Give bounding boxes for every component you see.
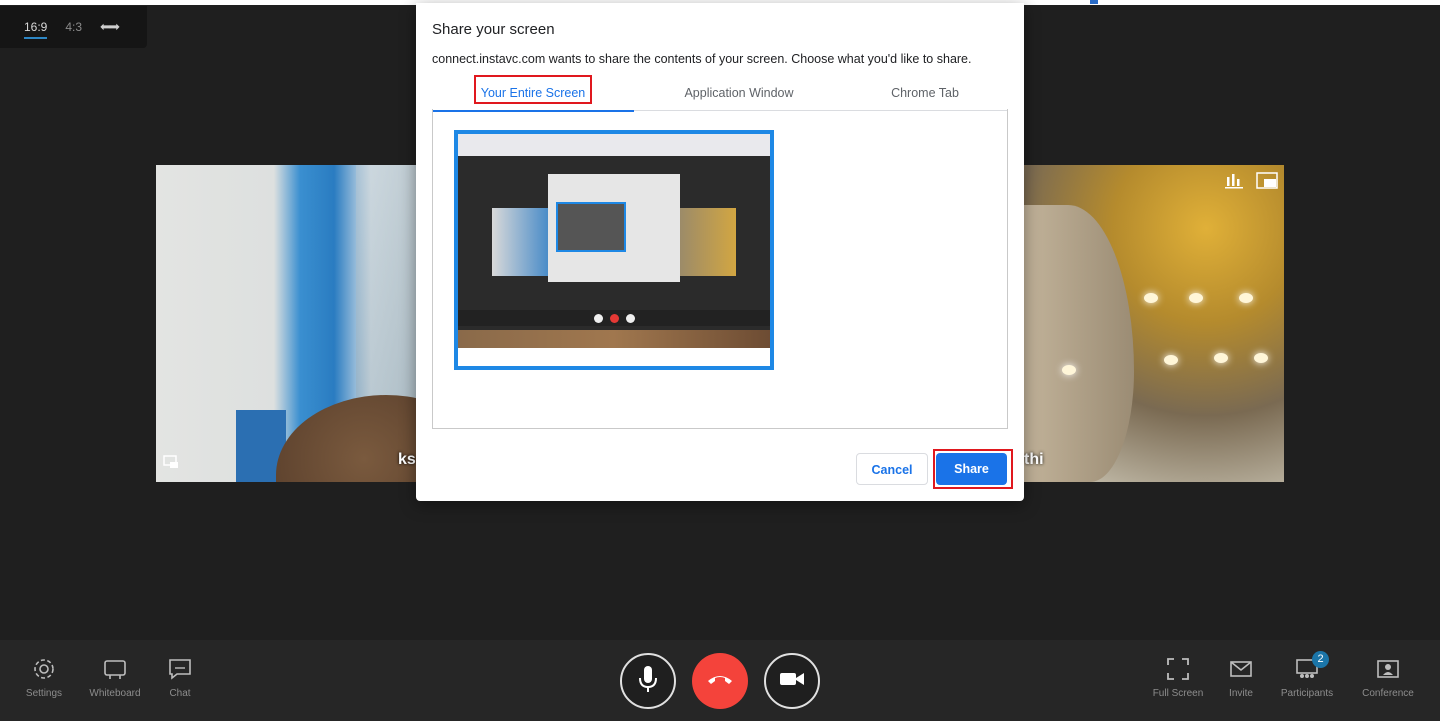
stats-icon[interactable] <box>1224 171 1244 194</box>
arrows-swap-icon[interactable]: ⬅➡ <box>100 19 120 35</box>
pin-icon[interactable] <box>162 453 180 476</box>
participant-video <box>276 395 418 482</box>
invite-icon <box>1203 656 1279 682</box>
share-source-tabs: Your Entire Screen Application Window Ch… <box>432 75 1008 112</box>
chat-icon <box>142 656 218 682</box>
settings-label: Settings <box>25 688 63 699</box>
tab-chrome-tab[interactable]: Chrome Tab <box>824 75 1026 111</box>
participant-name-left: ks <box>398 451 416 468</box>
dialog-title: Share your screen <box>432 21 555 38</box>
ceiling-light <box>1062 365 1076 375</box>
participants-count-badge: 2 <box>1312 651 1329 668</box>
ceiling-light <box>1164 355 1178 365</box>
thumbnail-end-dot <box>610 314 619 323</box>
participants-icon <box>1269 656 1345 682</box>
screen-thumbnail[interactable] <box>454 130 774 370</box>
participant-name-right: thi <box>1024 451 1044 468</box>
screen-preview-area <box>432 109 1008 429</box>
share-highlight-annotation <box>933 449 1013 489</box>
cancel-button[interactable]: Cancel <box>856 453 928 485</box>
tab-application-window[interactable]: Application Window <box>638 75 840 111</box>
end-call-icon <box>706 672 734 691</box>
microphone-icon <box>637 664 659 699</box>
aspect-169-option[interactable]: 16:9 <box>24 20 48 39</box>
settings-button[interactable]: Settings <box>6 656 82 699</box>
thumbnail-dialog-preview <box>556 202 626 252</box>
conference-label: Conference <box>1362 688 1414 699</box>
participants-label: Participants <box>1280 688 1334 699</box>
ceiling-light <box>1189 293 1203 303</box>
ceiling-light <box>1144 293 1158 303</box>
thumbnail-browser-bar <box>458 134 770 156</box>
conference-icon <box>1350 656 1426 682</box>
share-screen-dialog: Share your screen connect.instavc.com wa… <box>416 3 1024 501</box>
thumbnail-video-tile <box>492 208 548 276</box>
aspect-ratio-selector: 16:9 4:3 ⬅➡ <box>0 6 147 48</box>
top-strip-marker <box>1090 0 1098 4</box>
chat-button[interactable]: Chat <box>142 656 218 699</box>
dialog-description: connect.instavc.com wants to share the c… <box>432 52 972 66</box>
video-tile-right[interactable]: thi <box>1024 165 1284 482</box>
thumbnail-footer <box>458 348 770 366</box>
thumbnail-dialog <box>548 174 680 282</box>
thumbnail-video-tile <box>678 208 736 276</box>
thumbnail-dock <box>458 330 770 348</box>
invite-button[interactable]: Invite <box>1203 656 1279 699</box>
ceiling-light <box>1254 353 1268 363</box>
thumbnail-cam-dot <box>626 314 635 323</box>
aspect-43-option[interactable]: 4:3 <box>65 20 82 34</box>
video-camera-icon <box>778 670 806 693</box>
camera-button[interactable] <box>764 653 820 709</box>
tab-highlight-annotation <box>474 75 592 104</box>
chat-label: Chat <box>169 688 191 699</box>
screen-thumbnail-image <box>458 134 770 366</box>
pip-icon[interactable] <box>1256 172 1278 195</box>
thumbnail-mic-dot <box>594 314 603 323</box>
end-call-button[interactable] <box>692 653 748 709</box>
invite-label: Invite <box>1229 688 1253 699</box>
conference-button[interactable]: Conference <box>1350 656 1426 699</box>
video-tile-left[interactable]: ks <box>156 165 418 482</box>
participants-button[interactable]: Participants <box>1269 656 1345 699</box>
ceiling-light <box>1239 293 1253 303</box>
participant-video <box>1024 205 1134 482</box>
microphone-button[interactable] <box>620 653 676 709</box>
gear-icon <box>6 656 82 682</box>
ceiling-light <box>1214 353 1228 363</box>
